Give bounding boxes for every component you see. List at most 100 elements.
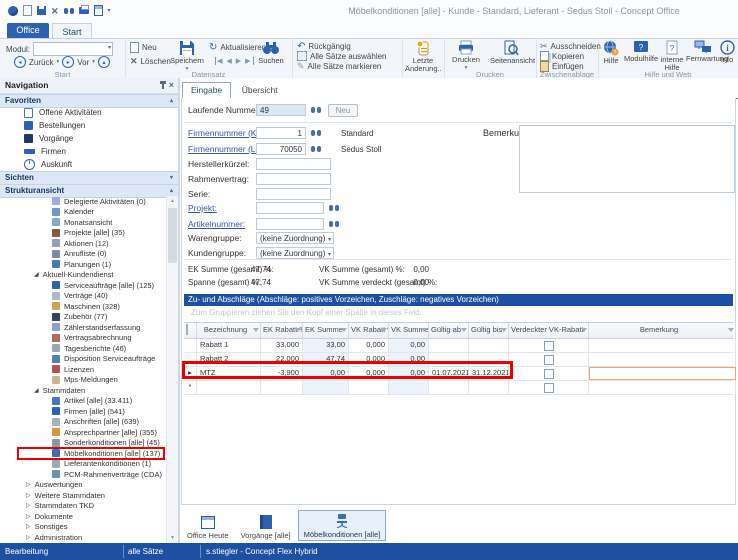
- tree-item[interactable]: Lizenzen: [18, 364, 164, 375]
- column-header[interactable]: EK Summe: [303, 323, 349, 338]
- alle-saetze-markieren-button[interactable]: ✎ Alle Sätze markieren: [297, 61, 381, 72]
- info-button[interactable]: i Info: [716, 40, 738, 64]
- table-cell-gueltig_bis[interactable]: [469, 381, 509, 394]
- verdeckter-vk-rabatt-checkbox-cell[interactable]: [509, 381, 589, 394]
- tree-item[interactable]: ▷Sonstiges: [18, 522, 164, 533]
- filter-icon[interactable]: [341, 328, 347, 332]
- tree-item[interactable]: ▷Dokumente: [18, 511, 164, 522]
- filter-icon[interactable]: [581, 328, 587, 332]
- tab-eingabe[interactable]: Eingabe: [182, 82, 231, 99]
- table-cell-gueltig_bis[interactable]: [469, 339, 509, 352]
- tree-item[interactable]: Delegierte Aktivitäten (0): [18, 196, 164, 207]
- lookup-binoculars-icon[interactable]: [329, 205, 333, 211]
- table-cell-bezeichnung[interactable]: MTZ: [197, 367, 261, 380]
- tree-item[interactable]: Anschriften [alle] (639): [18, 417, 164, 428]
- table-cell-gueltig_ab[interactable]: [429, 353, 469, 366]
- modul-combobox[interactable]: [33, 42, 113, 56]
- loeschen-button[interactable]: ✕ Löschen: [130, 56, 171, 67]
- table-cell-ek_summe[interactable]: 33,00: [303, 339, 349, 352]
- column-header[interactable]: Bemerkung: [589, 323, 736, 338]
- tree-item[interactable]: Lieferantenkonditionen (1): [18, 459, 164, 470]
- table-cell-bemerkung[interactable]: [589, 339, 736, 352]
- customize-toolbar-arrow-icon[interactable]: ▾: [108, 7, 111, 14]
- table-cell-ek_summe[interactable]: 0,00: [303, 367, 349, 380]
- rahmenvertrag-input[interactable]: [256, 173, 331, 185]
- expand-node-icon[interactable]: ▷: [26, 492, 31, 499]
- verdeckter-vk-rabatt-checkbox-cell[interactable]: [509, 339, 589, 352]
- favorite-offene-aktivitaeten[interactable]: Offene Aktivitäten: [0, 106, 178, 119]
- column-header[interactable]: Bezeichnung: [197, 323, 261, 338]
- table-cell-vk_summe[interactable]: 0,00: [389, 339, 429, 352]
- tree-item[interactable]: Aktionen (12): [18, 238, 164, 249]
- favorite-firmen[interactable]: Firmen: [0, 145, 178, 158]
- herstellerkuerzel-input[interactable]: [256, 158, 331, 170]
- suchen-button[interactable]: Suchen: [253, 40, 289, 65]
- tree-item[interactable]: PCM-Rahmenverträge (CDA) [alle] (0): [18, 469, 164, 480]
- tab-uebersicht[interactable]: Übersicht: [234, 83, 286, 98]
- table-row[interactable]: Rabatt 133,00033,000,0000,00: [184, 339, 733, 353]
- forward-button[interactable]: Vor: [77, 58, 89, 67]
- search-icon[interactable]: [64, 8, 68, 14]
- firmennummer-lieferant-input[interactable]: 70050: [256, 143, 306, 155]
- table-row[interactable]: *: [184, 381, 733, 395]
- kopieren-button[interactable]: Kopieren: [540, 51, 584, 61]
- prev-record-icon[interactable]: ◀: [226, 57, 232, 65]
- tree-item[interactable]: Maschinen (328): [18, 301, 164, 312]
- tree-item[interactable]: Projekte [alle] (35): [18, 228, 164, 239]
- bottom-tab-vorgaenge[interactable]: Vorgänge [alle]: [236, 513, 296, 541]
- tree-item[interactable]: Zubehör (77): [18, 312, 164, 323]
- tree-item[interactable]: Monatsansicht: [18, 217, 164, 228]
- table-corner-cell[interactable]: [184, 323, 197, 338]
- neu-record-button[interactable]: Neu: [328, 104, 358, 117]
- tree-item[interactable]: Mps-Meldungen: [18, 375, 164, 386]
- projekt-link[interactable]: Projekt:: [188, 202, 217, 215]
- tree-item[interactable]: Disposition Serviceaufträge: [18, 354, 164, 365]
- fernwartung-button[interactable]: Fernwartung: [686, 40, 720, 63]
- artikelnummer-input[interactable]: [256, 218, 324, 230]
- delete-icon[interactable]: ✕: [51, 6, 59, 16]
- close-icon[interactable]: ×: [169, 81, 174, 89]
- tree-item[interactable]: Vertragsabrechnung: [18, 333, 164, 344]
- table-cell-ek_summe[interactable]: 47,74: [303, 353, 349, 366]
- save-icon[interactable]: [37, 6, 46, 15]
- new-document-icon[interactable]: [23, 5, 32, 16]
- favorite-vorgaenge[interactable]: Vorgänge: [0, 132, 178, 145]
- table-cell-gueltig_ab[interactable]: [429, 381, 469, 394]
- back-icon[interactable]: ◂: [14, 56, 26, 68]
- app-icon[interactable]: [8, 6, 18, 16]
- expand-node-icon[interactable]: ▷: [26, 513, 31, 520]
- column-header[interactable]: Gültig bis: [469, 323, 509, 338]
- checkbox-icon[interactable]: [544, 369, 554, 379]
- table-cell-bezeichnung[interactable]: Rabatt 2: [197, 353, 261, 366]
- table-cell-ek_rabatt[interactable]: [261, 381, 303, 394]
- collapse-node-icon[interactable]: ◢: [34, 387, 39, 394]
- artikelnummer-link[interactable]: Artikelnummer:: [188, 218, 245, 231]
- tree-item[interactable]: Firmen [alle] (541): [18, 406, 164, 417]
- checkbox-icon[interactable]: [544, 383, 554, 393]
- table-row[interactable]: Rabatt 222,00047,740,0000,00: [184, 353, 733, 367]
- verdeckter-vk-rabatt-checkbox-cell[interactable]: [509, 367, 589, 380]
- expand-section-icon[interactable]: ▾: [170, 172, 173, 184]
- column-header[interactable]: EK Rabatt %: [261, 323, 303, 338]
- section-sichten[interactable]: Sichten ▾: [0, 171, 178, 185]
- table-cell-vk_summe[interactable]: 0,00: [389, 353, 429, 366]
- alle-saetze-auswaehlen-button[interactable]: Alle Sätze auswählen: [297, 51, 387, 61]
- column-header[interactable]: Gültig ab: [429, 323, 469, 338]
- back-button[interactable]: Zurück: [29, 58, 53, 67]
- filter-icon[interactable]: [295, 328, 301, 332]
- column-header[interactable]: VK Summe: [389, 323, 429, 338]
- tab-office[interactable]: Office: [7, 23, 49, 38]
- next-record-icon[interactable]: ▶: [236, 57, 242, 65]
- table-cell-bezeichnung[interactable]: [197, 381, 261, 394]
- serie-input[interactable]: [256, 188, 331, 200]
- tree-item[interactable]: Tagesberichte (46): [18, 343, 164, 354]
- warengruppe-dropdown[interactable]: (keine Zuordnung): [256, 232, 334, 244]
- tree-item[interactable]: ▷Administration: [18, 532, 164, 543]
- up-icon[interactable]: ▴: [98, 56, 110, 68]
- filter-icon[interactable]: [501, 328, 507, 332]
- tree-item[interactable]: Ansprechpartner [alle] (355): [18, 427, 164, 438]
- preview-icon[interactable]: [94, 5, 103, 16]
- forward-icon[interactable]: ▸: [62, 56, 74, 68]
- lookup-binoculars-icon[interactable]: [311, 130, 315, 136]
- interne-hilfe-button[interactable]: ? interne Hilfe: [658, 40, 686, 72]
